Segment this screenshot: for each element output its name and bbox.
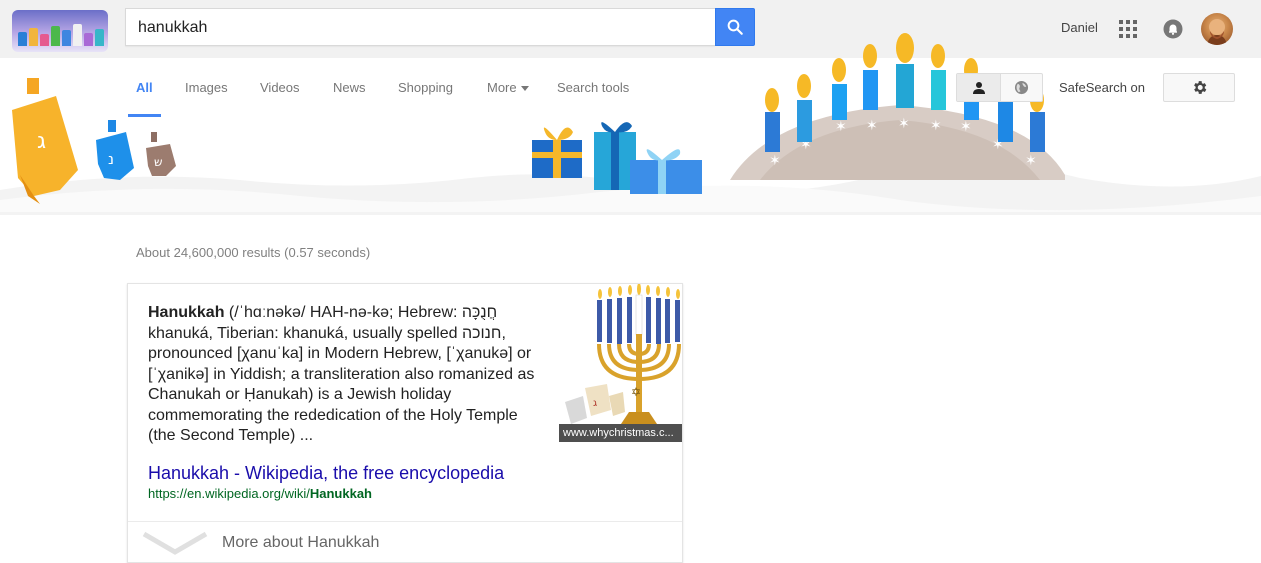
menorah-illustration: ✡ ג [565, 284, 681, 424]
apps-grid-icon[interactable] [1119, 20, 1137, 38]
safesearch-toggle [956, 73, 1043, 102]
tab-all[interactable]: All [136, 80, 153, 95]
doodle-house [95, 29, 104, 46]
svg-text:נ: נ [108, 150, 114, 168]
tab-search-tools[interactable]: Search tools [557, 80, 629, 95]
tab-images[interactable]: Images [185, 80, 228, 95]
svg-text:✶: ✶ [992, 137, 1004, 153]
globe-icon [1014, 80, 1029, 95]
knowledge-card-description: Hanukkah (/ˈhɑːnəkə/ HAH-nə-kə; Hebrew: … [148, 303, 548, 447]
search-input[interactable] [138, 17, 698, 39]
personal-results-button[interactable] [957, 74, 1001, 101]
knowledge-card: Hanukkah (/ˈhɑːnəkə/ HAH-nə-kə; Hebrew: … [127, 283, 683, 563]
more-about-link[interactable]: More about Hanukkah [222, 534, 379, 552]
search-icon [727, 19, 743, 35]
doodle-house [51, 26, 60, 46]
card-divider [128, 521, 682, 522]
doodle-house [62, 30, 71, 46]
image-caption: www.whychristmas.c... [559, 424, 682, 442]
tab-shopping[interactable]: Shopping [398, 80, 453, 95]
url-bold: Hanukkah [309, 486, 372, 501]
svg-text:ג: ג [37, 129, 46, 154]
tab-more-label: More [487, 80, 517, 95]
svg-text:✶: ✶ [866, 118, 878, 134]
account-name[interactable]: Daniel [1061, 20, 1098, 35]
notifications-bell-icon[interactable] [1163, 19, 1183, 39]
doodle-house [18, 32, 27, 46]
search-box[interactable] [125, 8, 715, 46]
chevron-down-icon[interactable] [142, 530, 208, 556]
url-prefix: https://en.wikipedia.org/wiki/ [148, 486, 310, 501]
wikipedia-link[interactable]: Hanukkah - Wikipedia, the free encyclope… [148, 463, 504, 484]
svg-text:✶: ✶ [835, 119, 847, 135]
svg-text:ג: ג [593, 398, 597, 409]
result-url: https://en.wikipedia.org/wiki/Hanukkah [148, 486, 372, 501]
svg-text:✶: ✶ [960, 119, 972, 135]
chevron-down-icon [520, 86, 529, 92]
svg-text:✶: ✶ [1025, 153, 1037, 169]
svg-text:✶: ✶ [930, 118, 942, 134]
svg-text:ש: ש [154, 155, 163, 169]
active-tab-indicator [128, 114, 161, 117]
global-results-button[interactable] [1001, 74, 1042, 101]
svg-text:✶: ✶ [898, 116, 910, 132]
tab-videos[interactable]: Videos [260, 80, 300, 95]
doodle-house [29, 28, 38, 46]
safesearch-label[interactable]: SafeSearch on [1059, 80, 1145, 95]
search-button[interactable] [715, 8, 755, 46]
doodle-house [40, 34, 49, 46]
svg-text:✶: ✶ [769, 153, 781, 169]
google-doodle-logo[interactable] [12, 10, 108, 52]
menorah-image[interactable]: ✡ ג www.whychristmas.c... [559, 284, 682, 444]
svg-text:✡: ✡ [631, 385, 641, 399]
knowledge-card-title: Hanukkah [148, 304, 225, 321]
avatar-photo [1207, 19, 1227, 45]
person-icon [972, 81, 985, 94]
tab-more[interactable]: More [487, 80, 529, 95]
result-stats: About 24,600,000 results (0.57 seconds) [136, 245, 371, 260]
svg-text:✶: ✶ [800, 137, 812, 153]
settings-button[interactable] [1163, 73, 1235, 102]
gear-icon [1193, 81, 1206, 94]
doodle-house [73, 24, 82, 46]
description-text: (/ˈhɑːnəkə/ HAH-nə-kə; Hebrew: חֲנֻכָּה‎… [148, 304, 535, 444]
avatar[interactable] [1201, 13, 1233, 45]
tab-news[interactable]: News [333, 80, 366, 95]
doodle-house [84, 33, 93, 46]
